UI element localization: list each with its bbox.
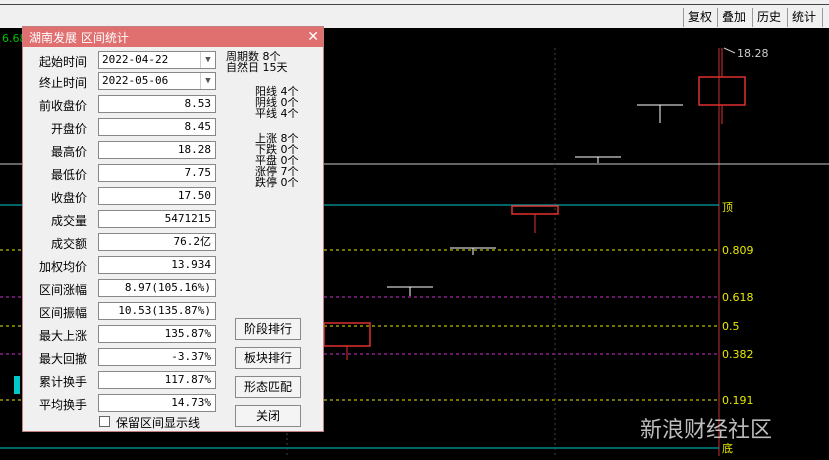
- field-value: 8.97(105.16%): [98, 279, 216, 297]
- field-label: 累计换手: [38, 375, 87, 389]
- stats-button[interactable]: 统计: [787, 8, 820, 27]
- keep-range-lines-checkbox[interactable]: [99, 416, 110, 427]
- end-time-label: 终止时间: [38, 76, 87, 90]
- restore-rights-button[interactable]: 复权: [683, 8, 716, 27]
- field-value: 76.2亿: [98, 233, 216, 251]
- chevron-down-icon[interactable]: ▼: [200, 52, 215, 68]
- axis-label-high: 18.28: [737, 47, 769, 60]
- field-value: 17.50: [98, 187, 216, 205]
- field-value: 117.87%: [98, 371, 216, 389]
- field-label: 最大上涨: [38, 329, 87, 343]
- start-date-value: 2022-04-22: [102, 53, 169, 66]
- history-button[interactable]: 历史: [752, 8, 785, 27]
- candle-6: [637, 104, 683, 123]
- field-value: 7.75: [98, 164, 216, 182]
- dialog-titlebar: 湖南发展 区间统计 ✕: [23, 27, 323, 47]
- field-value: 135.87%: [98, 325, 216, 343]
- field-label: 平均换手: [38, 398, 87, 412]
- chevron-down-icon[interactable]: ▼: [200, 73, 215, 89]
- field-value: 8.45: [98, 118, 216, 136]
- extra-button[interactable]: [822, 8, 829, 27]
- field-value: 18.28: [98, 141, 216, 159]
- axis-label-top: 顶: [722, 201, 733, 214]
- field-value: 10.53(135.87%): [98, 302, 216, 320]
- field-label: 最低价: [50, 168, 87, 182]
- field-label: 最大回撤: [38, 352, 87, 366]
- field-value: 5471215: [98, 210, 216, 228]
- stat-flat-candle: 平线 4个: [255, 107, 299, 120]
- axis-label-05: 0.5: [722, 320, 740, 333]
- left-marker: [14, 376, 20, 394]
- field-label: 区间涨幅: [38, 283, 87, 297]
- field-value: 8.53: [98, 95, 216, 113]
- axis-label-0809: 0.809: [722, 244, 754, 257]
- pattern-match-button[interactable]: 形态匹配: [235, 376, 301, 398]
- stage-ranking-button[interactable]: 阶段排行: [235, 318, 301, 340]
- range-stats-dialog: 湖南发展 区间统计 ✕ 起始时间 2022-04-22 ▼ 终止时间 2022-…: [22, 26, 324, 432]
- stat-days: 自然日 15天: [226, 61, 288, 74]
- dialog-title: 湖南发展 区间统计: [29, 31, 129, 45]
- end-date-value: 2022-05-06: [102, 74, 169, 87]
- start-date-picker[interactable]: 2022-04-22 ▼: [98, 51, 216, 69]
- high-pointer: [723, 47, 736, 54]
- watermark-text: 新浪财经社区: [640, 418, 773, 443]
- top-toolbar: 复权 叠加 历史 统计: [0, 0, 829, 28]
- candle-2: [387, 286, 433, 296]
- field-label: 前收盘价: [38, 99, 87, 113]
- keep-range-lines-label: 保留区间显示线: [116, 416, 201, 430]
- candle-3: [450, 247, 496, 255]
- field-value: 13.934: [98, 256, 216, 274]
- stat-limit-down: 跌停 0个: [255, 176, 299, 189]
- field-label: 成交量: [50, 214, 87, 228]
- axis-label-0191: 0.191: [722, 394, 754, 407]
- field-label: 加权均价: [38, 260, 87, 274]
- candle-5: [575, 156, 621, 163]
- close-icon[interactable]: ✕: [307, 28, 319, 46]
- field-value: 14.73%: [98, 394, 216, 412]
- field-label: 收盘价: [50, 191, 87, 205]
- field-label: 区间振幅: [38, 306, 87, 320]
- field-label: 开盘价: [50, 122, 87, 136]
- end-date-picker[interactable]: 2022-05-06 ▼: [98, 72, 216, 90]
- top-rule: [0, 4, 829, 5]
- candle-4: [511, 205, 559, 233]
- close-button[interactable]: 关闭: [235, 405, 301, 427]
- field-label: 最高价: [50, 145, 87, 159]
- sector-ranking-button[interactable]: 板块排行: [235, 347, 301, 369]
- overlay-button[interactable]: 叠加: [717, 8, 750, 27]
- axis-label-0382: 0.382: [722, 348, 754, 361]
- start-time-label: 起始时间: [38, 55, 87, 69]
- field-label: 成交额: [50, 237, 87, 251]
- axis-label-0618: 0.618: [722, 291, 754, 304]
- field-value: -3.37%: [98, 348, 216, 366]
